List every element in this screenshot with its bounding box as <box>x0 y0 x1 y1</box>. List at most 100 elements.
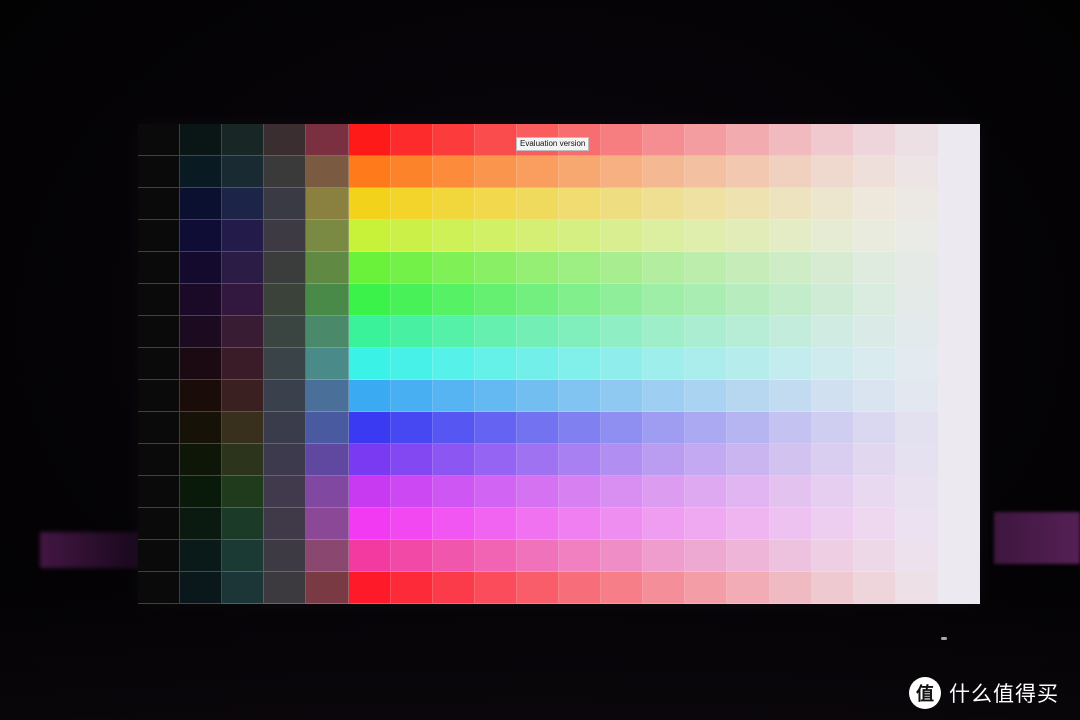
color-swatch <box>433 572 475 604</box>
color-swatch <box>559 412 601 444</box>
color-swatch <box>349 572 391 604</box>
color-swatch <box>854 220 896 252</box>
color-swatch <box>475 316 517 348</box>
color-swatch <box>391 220 433 252</box>
color-swatch <box>896 156 938 188</box>
color-swatch <box>643 476 685 508</box>
color-swatch <box>643 124 685 156</box>
color-swatch <box>727 380 770 412</box>
color-swatch <box>601 124 643 156</box>
color-swatch <box>685 444 727 476</box>
color-swatch <box>685 380 727 412</box>
color-swatch <box>517 220 559 252</box>
color-swatch <box>391 508 433 540</box>
color-swatch <box>601 540 643 572</box>
color-swatch <box>854 316 896 348</box>
color-swatch <box>727 540 770 572</box>
color-swatch <box>643 380 685 412</box>
color-swatch <box>222 444 264 476</box>
color-swatch <box>180 348 222 380</box>
color-swatch <box>938 444 980 476</box>
color-swatch <box>896 124 938 156</box>
color-swatch <box>222 252 264 284</box>
color-swatch <box>938 412 980 444</box>
color-swatch <box>433 540 475 572</box>
color-swatch <box>601 156 643 188</box>
color-swatch <box>391 348 433 380</box>
color-swatch <box>222 156 264 188</box>
color-swatch <box>349 348 391 380</box>
color-swatch <box>349 380 391 412</box>
color-swatch <box>349 540 391 572</box>
color-swatch <box>896 252 938 284</box>
color-swatch <box>854 124 896 156</box>
ambient-glow-right <box>994 512 1080 564</box>
color-swatch <box>180 380 222 412</box>
color-swatch <box>306 476 349 508</box>
color-swatch <box>812 444 854 476</box>
color-swatch <box>391 124 433 156</box>
color-swatch <box>896 188 938 220</box>
color-swatch <box>517 316 559 348</box>
color-swatch <box>938 540 980 572</box>
color-swatch <box>685 572 727 604</box>
color-swatch <box>433 476 475 508</box>
color-swatch <box>896 508 938 540</box>
color-swatch <box>222 188 264 220</box>
color-swatch <box>727 444 770 476</box>
color-swatch <box>391 444 433 476</box>
color-swatch <box>770 348 812 380</box>
color-swatch <box>601 220 643 252</box>
color-swatch <box>433 348 475 380</box>
color-swatch <box>138 284 180 316</box>
color-swatch <box>138 220 180 252</box>
color-swatch <box>391 540 433 572</box>
color-swatch <box>812 284 854 316</box>
color-swatch <box>138 572 180 604</box>
color-swatch <box>391 316 433 348</box>
color-swatch <box>475 156 517 188</box>
color-swatch <box>601 572 643 604</box>
color-swatch <box>433 380 475 412</box>
color-swatch <box>770 540 812 572</box>
color-swatch <box>222 508 264 540</box>
color-swatch <box>306 316 349 348</box>
color-swatch <box>222 348 264 380</box>
color-swatch <box>475 508 517 540</box>
color-swatch <box>938 252 980 284</box>
color-swatch <box>812 316 854 348</box>
color-swatch <box>349 476 391 508</box>
color-swatch <box>601 444 643 476</box>
monitor-screen <box>138 124 980 604</box>
color-swatch <box>559 156 601 188</box>
color-swatch <box>264 476 306 508</box>
color-swatch <box>685 508 727 540</box>
color-swatch <box>391 380 433 412</box>
color-swatch <box>854 476 896 508</box>
color-swatch <box>264 380 306 412</box>
color-swatch <box>854 156 896 188</box>
color-swatch <box>559 508 601 540</box>
brand-logo-icon: 值 <box>909 677 941 709</box>
color-swatch <box>643 348 685 380</box>
color-swatch <box>433 220 475 252</box>
color-swatch <box>222 412 264 444</box>
color-swatch <box>601 476 643 508</box>
color-swatch <box>306 220 349 252</box>
color-swatch <box>222 220 264 252</box>
ambient-glow-left <box>40 532 140 568</box>
color-swatch <box>264 220 306 252</box>
color-swatch <box>475 252 517 284</box>
color-swatch <box>685 156 727 188</box>
color-swatch <box>854 444 896 476</box>
color-swatch <box>349 508 391 540</box>
color-swatch <box>306 284 349 316</box>
color-swatch <box>138 476 180 508</box>
color-swatch <box>938 284 980 316</box>
color-swatch <box>180 572 222 604</box>
color-swatch <box>601 188 643 220</box>
color-swatch <box>812 380 854 412</box>
color-swatch <box>854 188 896 220</box>
color-swatch <box>601 412 643 444</box>
color-swatch <box>180 252 222 284</box>
